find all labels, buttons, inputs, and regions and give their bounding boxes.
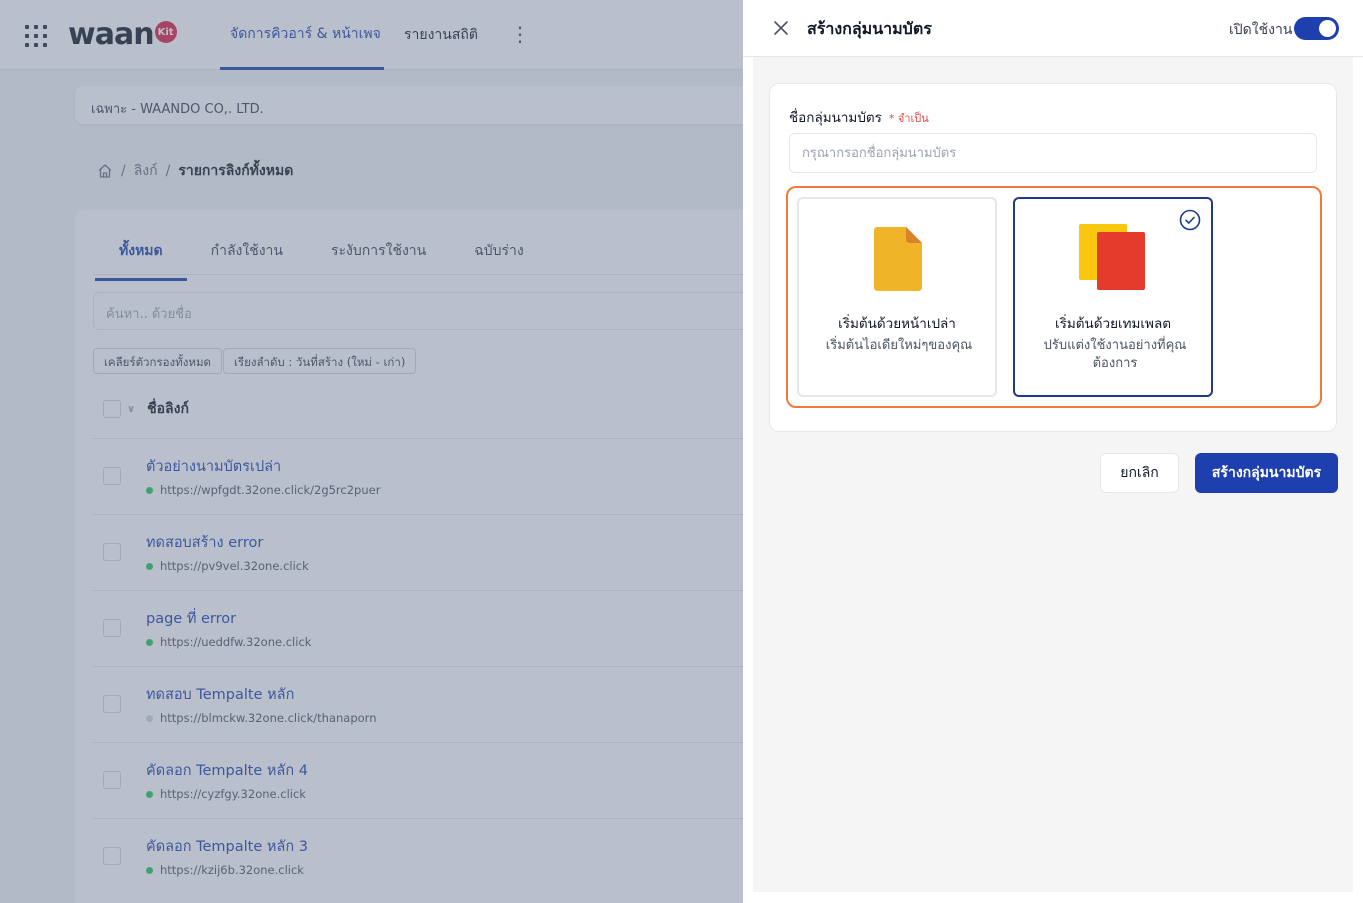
option-blank-page[interactable]: เริ่มต้นด้วยหน้าเปล่า เริ่มต้นไอเดียใหม่… [797, 197, 997, 397]
blank-page-icon [874, 227, 922, 291]
cancel-button[interactable]: ยกเลิก [1100, 453, 1179, 493]
template-icon [1079, 224, 1145, 290]
group-name-input[interactable] [789, 133, 1317, 173]
create-group-button[interactable]: สร้างกลุ่มนามบัตร [1195, 453, 1338, 493]
option-title: เริ่มต้นด้วยหน้าเปล่า [838, 316, 956, 332]
group-name-label-text: ชื่อกลุ่มนามบัตร [789, 110, 882, 126]
required-indicator: * จำเป็น [888, 112, 929, 125]
form-card: ชื่อกลุ่มนามบัตร * จำเป็น เริ่มต้นด้วยหน… [769, 83, 1337, 432]
toggle-knob [1319, 20, 1336, 37]
enable-toggle[interactable] [1294, 17, 1339, 40]
create-group-drawer: สร้างกลุ่มนามบัตร เปิดใช้งาน ชื่อกลุ่มนา… [743, 0, 1363, 903]
start-options-group: เริ่มต้นด้วยหน้าเปล่า เริ่มต้นไอเดียใหม่… [786, 186, 1322, 408]
option-template[interactable]: เริ่มต้นด้วยเทมเพลต ปรับแต่งใช้งานอย่างท… [1013, 197, 1213, 397]
option-description: เริ่มต้นไอเดียใหม่ๆของคุณ [825, 338, 973, 353]
drawer-header: สร้างกลุ่มนามบัตร เปิดใช้งาน [743, 0, 1363, 57]
group-name-label: ชื่อกลุ่มนามบัตร * จำเป็น [789, 106, 929, 128]
drawer-title: สร้างกลุ่มนามบัตร [807, 19, 932, 38]
enable-toggle-label: เปิดใช้งาน [1229, 22, 1293, 38]
check-circle-icon [1179, 209, 1201, 231]
close-icon[interactable] [771, 18, 791, 38]
option-title: เริ่มต้นด้วยเทมเพลต [1055, 316, 1171, 332]
option-description: ปรับแต่งใช้งานอย่างที่คุณต้องการ [1043, 338, 1187, 371]
modal-backdrop[interactable] [0, 0, 743, 903]
